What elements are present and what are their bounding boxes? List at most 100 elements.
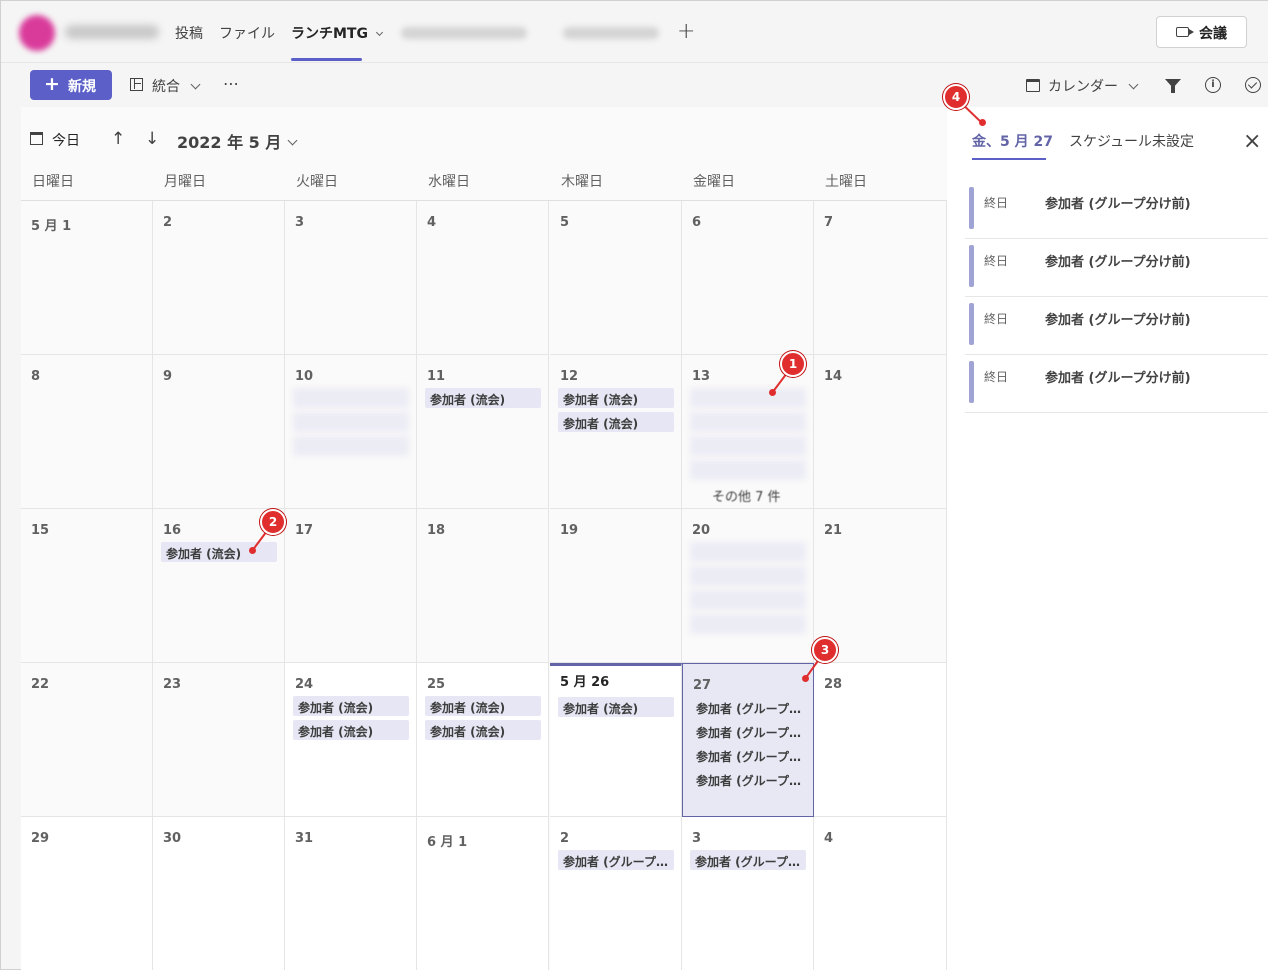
weekday-label: 土曜日 xyxy=(825,174,867,190)
active-tab-indicator xyxy=(291,58,362,61)
day-cell[interactable]: 28 xyxy=(814,663,947,817)
day-number: 4 xyxy=(824,831,834,846)
month-picker[interactable]: 2022 年 5 月 xyxy=(177,129,298,153)
day-cell[interactable]: 13 その他 7 件 xyxy=(682,355,814,509)
event-item-redacted[interactable] xyxy=(293,388,409,408)
event-item[interactable]: 参加者 (グループ分け前) xyxy=(558,850,674,870)
event-item-redacted[interactable] xyxy=(690,460,806,480)
event-item[interactable]: 参加者 (グループ分け前) xyxy=(691,769,807,789)
day-cell[interactable]: 5 xyxy=(550,201,682,355)
add-tab-button[interactable]: + xyxy=(677,19,695,44)
day-cell[interactable]: 4 xyxy=(417,201,549,355)
meet-button[interactable]: 会議 xyxy=(1156,16,1247,48)
day-cell[interactable]: 2 xyxy=(153,201,285,355)
day-cell[interactable]: 7 xyxy=(814,201,947,355)
day-cell[interactable]: 17 xyxy=(285,509,417,663)
day-cell[interactable]: 24 参加者 (流会) 参加者 (流会) xyxy=(285,663,417,817)
tab-posts[interactable]: 投稿 xyxy=(175,23,203,43)
info-icon[interactable]: i xyxy=(1205,77,1221,93)
day-event-row[interactable]: 終日 参加者 (グループ分け前) xyxy=(965,297,1268,355)
day-cell[interactable]: 27 参加者 (グループ分け前) 参加者 (グループ分け前) 参加者 (グループ分け前… xyxy=(682,663,814,817)
day-event-row[interactable]: 終日 参加者 (グループ分け前) xyxy=(965,181,1268,239)
day-cell[interactable]: 31 xyxy=(285,817,417,970)
toolbar: + 新規 統合 ⋯ カレンダー xyxy=(1,63,1268,107)
event-item-redacted[interactable] xyxy=(690,542,806,562)
event-item[interactable]: 参加者 (流会) xyxy=(558,697,674,717)
day-number: 25 xyxy=(427,677,446,692)
event-item[interactable]: 参加者 (流会) xyxy=(425,720,541,740)
event-item[interactable]: 参加者 (流会) xyxy=(558,388,674,408)
more-options-button[interactable]: ⋯ xyxy=(223,74,239,93)
day-cell[interactable]: 6 xyxy=(682,201,814,355)
day-cell[interactable]: 3 xyxy=(285,201,417,355)
event-item-redacted[interactable] xyxy=(690,388,806,408)
event-item[interactable]: 参加者 (グループ分け前) xyxy=(691,721,807,741)
day-cell[interactable]: 20 xyxy=(682,509,814,663)
day-cell[interactable]: 2 参加者 (グループ分け前) xyxy=(550,817,682,970)
day-cell[interactable]: 3 参加者 (グループ分け前) xyxy=(682,817,814,970)
day-cell[interactable]: 15 xyxy=(21,509,153,663)
event-item[interactable]: 参加者 (流会) xyxy=(425,696,541,716)
day-cell[interactable]: 30 xyxy=(153,817,285,970)
event-item[interactable]: 参加者 (グループ分け前) xyxy=(691,697,807,717)
day-cell[interactable]: 18 xyxy=(417,509,549,663)
event-item-redacted[interactable] xyxy=(293,436,409,456)
day-number: 19 xyxy=(560,523,579,538)
day-event-row[interactable]: 終日 参加者 (グループ分け前) xyxy=(965,355,1268,413)
merge-menu[interactable]: 統合 xyxy=(152,76,201,96)
event-item[interactable]: 参加者 (グループ分け前) xyxy=(690,850,806,870)
day-cell[interactable]: 10 xyxy=(285,355,417,509)
event-item[interactable]: 参加者 (流会) xyxy=(558,412,674,432)
event-item-redacted[interactable] xyxy=(293,412,409,432)
day-cell[interactable]: 29 xyxy=(21,817,153,970)
event-item-redacted[interactable] xyxy=(690,412,806,432)
more-events-link[interactable]: その他 7 件 xyxy=(712,486,781,505)
day-cell[interactable]: 9 xyxy=(153,355,285,509)
tab-redacted[interactable] xyxy=(401,27,527,39)
day-cell[interactable]: 25 参加者 (流会) 参加者 (流会) xyxy=(417,663,549,817)
day-event-row[interactable]: 終日 参加者 (グループ分け前) xyxy=(965,239,1268,297)
event-item-redacted[interactable] xyxy=(690,590,806,610)
tab-files[interactable]: ファイル xyxy=(219,23,275,43)
day-cell[interactable]: 11 参加者 (流会) xyxy=(417,355,549,509)
day-cell[interactable]: 6 月 1 xyxy=(417,817,549,970)
day-cell[interactable]: 5 月 26 参加者 (流会) xyxy=(550,663,682,817)
day-number: 11 xyxy=(427,369,446,384)
event-item[interactable]: 参加者 (流会) xyxy=(161,542,277,562)
team-avatar[interactable] xyxy=(19,15,55,51)
tab-redacted[interactable] xyxy=(563,27,659,39)
event-item[interactable]: 参加者 (流会) xyxy=(293,696,409,716)
day-cell[interactable]: 12 参加者 (流会) 参加者 (流会) xyxy=(550,355,682,509)
arrow-down-icon[interactable]: ↓ xyxy=(145,129,159,149)
event-time: 終日 xyxy=(984,254,1009,268)
day-cell[interactable]: 23 xyxy=(153,663,285,817)
event-item-redacted[interactable] xyxy=(690,436,806,456)
view-switcher[interactable]: カレンダー xyxy=(1048,76,1139,96)
day-cell[interactable]: 19 xyxy=(550,509,682,663)
day-cell[interactable]: 5 月 1 xyxy=(21,201,153,355)
event-item-redacted[interactable] xyxy=(690,614,806,634)
tab-lunch-mtg[interactable]: ランチMTG xyxy=(291,23,383,43)
event-item-redacted[interactable] xyxy=(690,566,806,586)
filter-icon[interactable] xyxy=(1165,79,1181,93)
tab-selected-date[interactable]: 金、5 月 27 xyxy=(972,131,1053,151)
day-number: 17 xyxy=(295,523,314,538)
today-button[interactable]: 今日 xyxy=(52,130,80,150)
tab-unscheduled[interactable]: スケジュール未設定 xyxy=(1069,131,1194,151)
day-number: 31 xyxy=(295,831,314,846)
team-name-redacted[interactable] xyxy=(65,25,159,39)
event-item[interactable]: 参加者 (流会) xyxy=(425,388,541,408)
day-cell[interactable]: 14 xyxy=(814,355,947,509)
close-icon[interactable]: × xyxy=(1243,129,1261,154)
annotation-dot xyxy=(979,119,986,126)
event-item[interactable]: 参加者 (グループ分け前) xyxy=(691,745,807,765)
new-button[interactable]: + 新規 xyxy=(30,70,112,100)
day-cell[interactable]: 22 xyxy=(21,663,153,817)
arrow-up-icon[interactable]: ↑ xyxy=(111,129,125,149)
event-item[interactable]: 参加者 (流会) xyxy=(293,720,409,740)
event-color-bar xyxy=(969,245,974,287)
day-cell[interactable]: 4 xyxy=(814,817,947,970)
day-cell[interactable]: 8 xyxy=(21,355,153,509)
check-circle-icon[interactable] xyxy=(1245,77,1261,93)
calendar-nav: 今日 ↑ ↓ 2022 年 5 月 xyxy=(21,107,947,167)
